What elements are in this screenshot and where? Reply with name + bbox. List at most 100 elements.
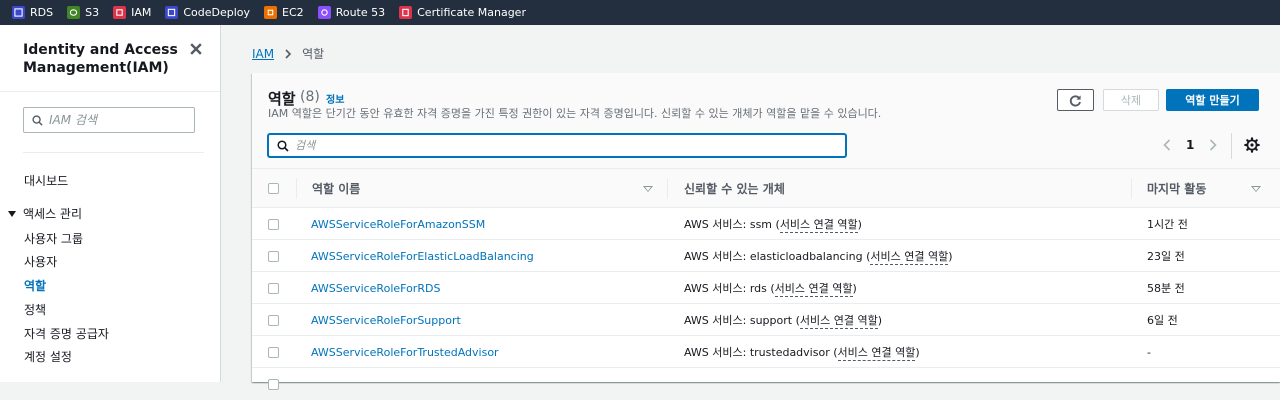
- trusted-entity-suffix: ): [948, 249, 953, 263]
- search-icon: [277, 139, 289, 152]
- favorite-label: EC2: [282, 6, 304, 19]
- service-linked-role-tooltip[interactable]: 서비스 연결 역할: [870, 248, 949, 265]
- nav-item-account-settings[interactable]: 계정 설정: [24, 348, 72, 365]
- row-checkbox[interactable]: [268, 378, 279, 390]
- column-header-role-name[interactable]: 역할 이름: [312, 169, 360, 208]
- nav-item-identity-providers[interactable]: 자격 증명 공급자: [24, 325, 109, 342]
- delete-button[interactable]: 삭제: [1103, 89, 1159, 111]
- trusted-entity-suffix: ): [857, 217, 862, 231]
- nav-item-users[interactable]: 사용자: [24, 253, 57, 270]
- next-page-icon[interactable]: [1206, 137, 1220, 153]
- table-row-partial: [252, 368, 1280, 400]
- trusted-entity-cell: AWS 서비스: elasticloadbalancing (서비스 연결 역할…: [684, 240, 953, 272]
- trusted-entity-text: AWS 서비스: trustedadvisor (: [684, 346, 838, 359]
- pagination: 1: [1160, 137, 1220, 153]
- row-checkbox[interactable]: [268, 314, 279, 326]
- sort-icon[interactable]: [1251, 186, 1261, 192]
- trusted-entity-suffix: ): [852, 281, 857, 295]
- page-number[interactable]: 1: [1186, 138, 1194, 152]
- role-name-link[interactable]: AWSServiceRoleForSupport: [311, 304, 461, 336]
- chevron-right-icon: [285, 48, 292, 59]
- codedeploy-icon: [165, 6, 179, 19]
- column-header-last-activity[interactable]: 마지막 활동: [1147, 169, 1206, 208]
- trusted-entity-suffix: ): [915, 345, 920, 359]
- row-checkbox[interactable]: [268, 282, 279, 294]
- create-role-button[interactable]: 역할 만들기: [1166, 89, 1259, 111]
- favorite-label: Route 53: [335, 6, 386, 19]
- roles-search[interactable]: [268, 134, 846, 157]
- rds-icon: [12, 6, 25, 19]
- breadcrumb-current: 역할: [302, 47, 325, 61]
- breadcrumb: IAM 역할: [252, 45, 324, 62]
- trusted-entity-text: AWS 서비스: ssm (: [684, 218, 780, 231]
- nav-item-user-groups[interactable]: 사용자 그룹: [24, 230, 83, 247]
- nav-item-roles[interactable]: 역할: [24, 277, 46, 294]
- last-activity-cell: -: [1147, 345, 1151, 359]
- row-checkbox[interactable]: [268, 346, 279, 358]
- nav-item-policies[interactable]: 정책: [24, 301, 46, 318]
- last-activity-cell: 1시간 전: [1147, 218, 1188, 231]
- trusted-entity-text: AWS 서비스: rds (: [684, 282, 775, 295]
- page-description: IAM 역할은 단기간 동안 유효한 자격 증명을 가진 특정 권한이 있는 자…: [268, 107, 882, 120]
- favorite-iam[interactable]: IAM: [113, 6, 151, 19]
- iam-icon: [113, 6, 127, 19]
- table-column-headers: 역할 이름 신뢰할 수 있는 개체 마지막 활동: [252, 169, 1280, 208]
- breadcrumb-iam[interactable]: IAM: [252, 47, 274, 61]
- close-icon[interactable]: [189, 42, 203, 56]
- service-linked-role-tooltip[interactable]: 서비스 연결 역할: [774, 280, 853, 297]
- sort-icon[interactable]: [643, 186, 653, 192]
- role-name-link[interactable]: AWSServiceRoleForTrustedAdvisor: [311, 336, 499, 368]
- nav-section-label: 액세스 관리: [23, 207, 83, 221]
- role-name-link[interactable]: AWSServiceRoleForElasticLoadBalancing: [311, 240, 534, 272]
- role-name-link[interactable]: AWSServiceRoleForAmazonSSM: [311, 208, 485, 240]
- table-row: AWSServiceRoleForTrustedAdvisor AWS 서비스:…: [252, 336, 1280, 368]
- row-checkbox[interactable]: [268, 218, 279, 230]
- table-row: AWSServiceRoleForElasticLoadBalancing AW…: [252, 240, 1280, 272]
- nav-title: Identity and Access Management(IAM): [23, 42, 178, 76]
- gear-icon[interactable]: [1244, 137, 1260, 153]
- roles-search-input[interactable]: [295, 139, 835, 152]
- info-link[interactable]: 정보: [326, 91, 344, 106]
- row-checkbox-cell: [268, 368, 279, 400]
- table-row: AWSServiceRoleForRDS AWS 서비스: rds (서비스 연…: [252, 272, 1280, 304]
- favorite-certificate-manager[interactable]: Certificate Manager: [399, 6, 526, 19]
- favorite-label: IAM: [131, 6, 152, 19]
- certificate-manager-icon: [399, 6, 413, 19]
- favorite-s3[interactable]: S3: [67, 6, 99, 19]
- table-row: AWSServiceRoleForSupport AWS 서비스: suppor…: [252, 304, 1280, 336]
- side-navigation: Identity and Access Management(IAM) 대시보드…: [0, 25, 221, 382]
- table-header: 역할 (8) 정보 IAM 역할은 단기간 동안 유효한 자격 증명을 가진 특…: [252, 73, 1280, 169]
- favorite-route53[interactable]: Route 53: [317, 6, 386, 19]
- column-header-trusted-entity[interactable]: 신뢰할 수 있는 개체: [684, 169, 785, 208]
- ec2-icon: [264, 6, 278, 19]
- caret-down-icon: [8, 210, 16, 217]
- row-checkbox[interactable]: [268, 250, 279, 262]
- trusted-entity-text: AWS 서비스: elasticloadbalancing (: [684, 250, 871, 263]
- favorite-rds[interactable]: RDS: [12, 6, 53, 19]
- row-checkbox-cell: [268, 272, 279, 304]
- nav-dashboard[interactable]: 대시보드: [24, 172, 68, 189]
- nav-divider: [0, 91, 220, 92]
- table-row: AWSServiceRoleForAmazonSSM AWS 서비스: ssm …: [252, 208, 1280, 240]
- refresh-button[interactable]: [1057, 89, 1094, 111]
- trusted-entity-suffix: ): [877, 313, 883, 327]
- nav-search-input[interactable]: [49, 113, 179, 127]
- trusted-entity-cell: AWS 서비스: trustedadvisor (서비스 연결 역할): [684, 336, 920, 368]
- favorite-label: Certificate Manager: [417, 6, 526, 19]
- service-linked-role-tooltip[interactable]: 서비스 연결 역할: [779, 216, 858, 233]
- select-all-checkbox[interactable]: [268, 183, 279, 194]
- trusted-entity-cell: AWS 서비스: rds (서비스 연결 역할): [684, 272, 857, 304]
- favorite-ec2[interactable]: EC2: [264, 6, 304, 19]
- previous-page-icon[interactable]: [1160, 137, 1174, 153]
- service-linked-role-tooltip[interactable]: 서비스 연결 역할: [799, 312, 878, 329]
- nav-search[interactable]: [23, 107, 195, 133]
- service-linked-role-tooltip[interactable]: 서비스 연결 역할: [837, 344, 916, 361]
- search-icon: [32, 114, 43, 126]
- favorite-codedeploy[interactable]: CodeDeploy: [165, 6, 250, 19]
- favorites-bar: RDS S3 IAM CodeDeploy EC2 Route 53 Certi…: [0, 0, 1280, 25]
- role-name-link[interactable]: AWSServiceRoleForRDS: [311, 272, 440, 304]
- nav-section-access-management[interactable]: 액세스 관리: [8, 205, 82, 222]
- trusted-entity-cell: AWS 서비스: support (서비스 연결 역할): [684, 304, 882, 336]
- route53-icon: [317, 6, 331, 19]
- row-checkbox-cell: [268, 304, 279, 336]
